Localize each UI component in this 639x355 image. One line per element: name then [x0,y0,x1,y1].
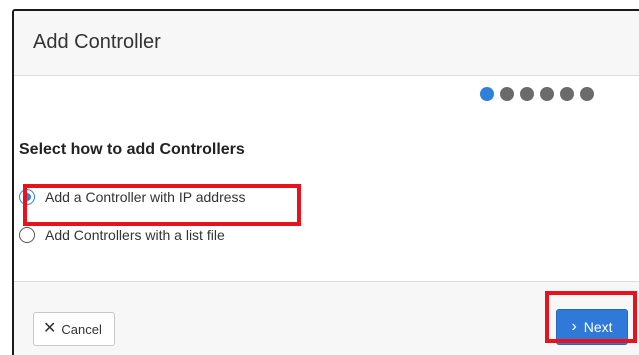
dialog-title: Add Controller [33,30,161,53]
step-dot-2 [500,87,514,101]
option-ip-address[interactable]: Add a Controller with IP address [19,189,246,205]
cancel-button[interactable]: ✕ Cancel [33,312,115,346]
step-dot-3 [520,87,534,101]
option-list-file-label: Add Controllers with a list file [45,227,225,243]
step-dot-4 [540,87,554,101]
option-ip-address-label: Add a Controller with IP address [45,189,246,205]
next-label: Next [583,319,613,335]
dialog-footer: ✕ Cancel › Next [14,281,639,355]
step-dot-1 [480,87,494,101]
dialog-header: Add Controller [14,11,639,76]
radio-list-file[interactable] [19,227,35,243]
chevron-right-icon: › [571,318,577,335]
step-dot-5 [560,87,574,101]
close-icon: ✕ [43,320,57,337]
cancel-label: Cancel [61,321,102,337]
step-dot-6 [580,87,594,101]
section-title: Select how to add Controllers [19,141,245,158]
step-indicator [480,87,594,101]
next-button[interactable]: › Next [556,309,628,345]
radio-ip-address[interactable] [19,189,35,205]
option-list-file[interactable]: Add Controllers with a list file [19,227,225,243]
